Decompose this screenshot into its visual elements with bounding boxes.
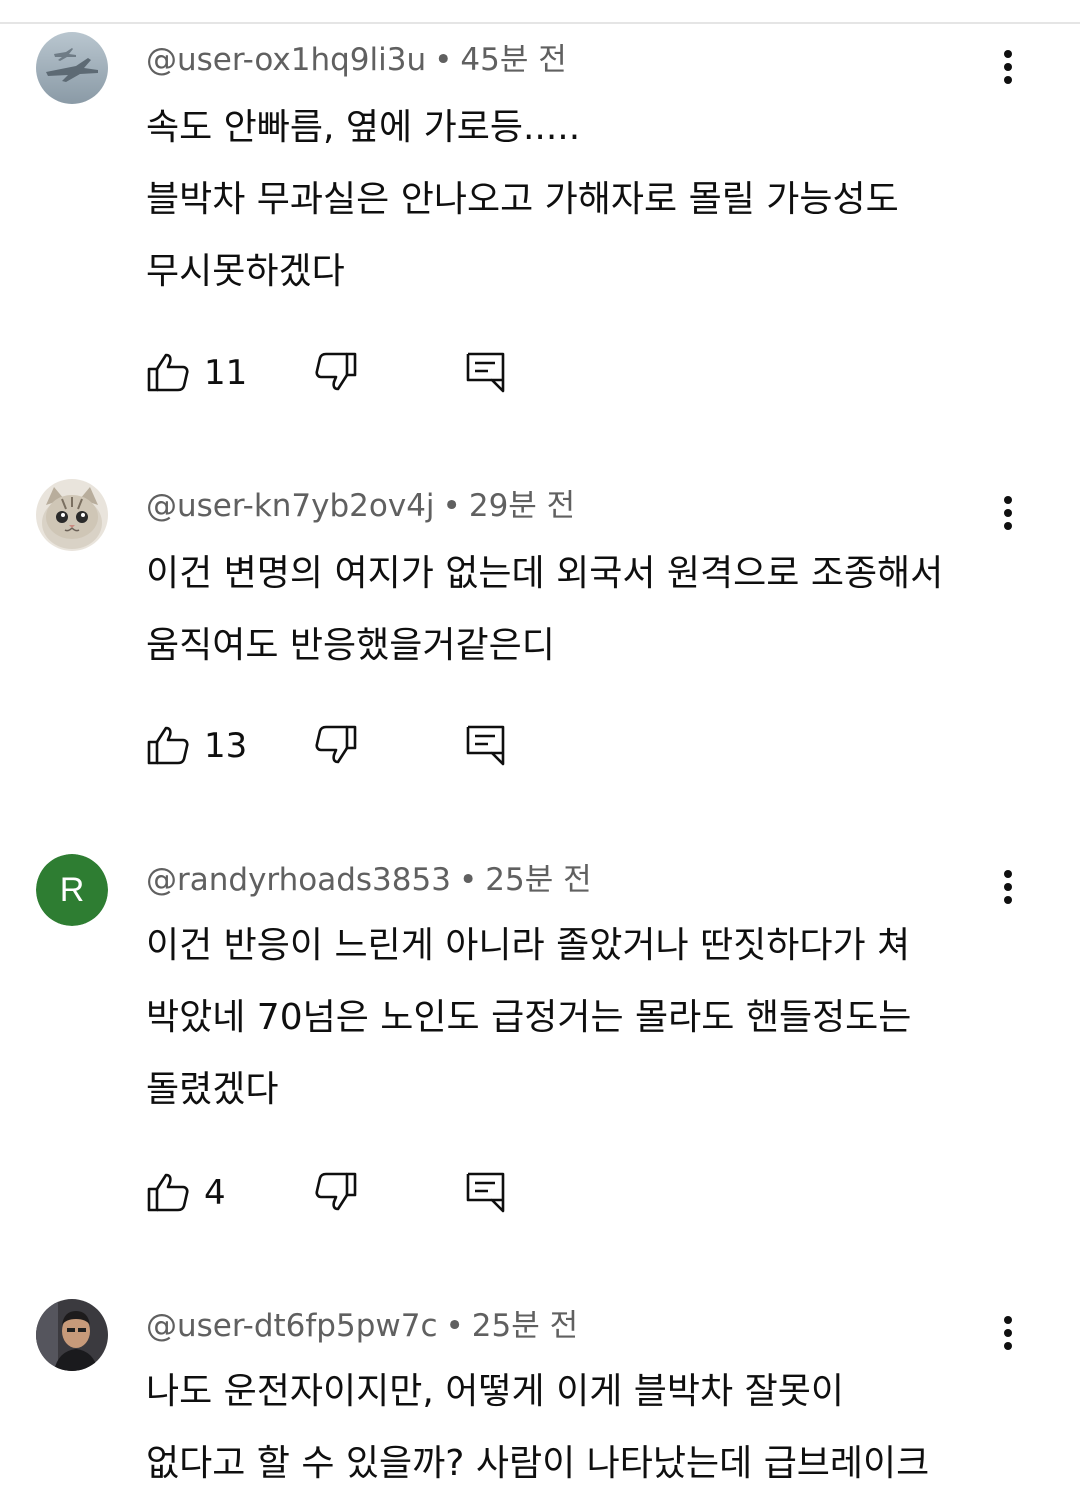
like-button[interactable]: [146, 723, 190, 767]
avatar-letter: R: [36, 854, 108, 926]
timestamp: 25분 전: [485, 862, 592, 898]
cat-avatar[interactable]: [36, 479, 108, 551]
comment-line: 돌렸겠다: [146, 1069, 279, 1110]
comment-line: 블박차 무과실은 안나오고 가해자로 몰릴 가능성도: [146, 179, 899, 220]
comment-line: 움직여도 반응했을거같은디: [146, 625, 555, 666]
comment-line: 나도 운전자이지만, 어떻게 이게 블박차 잘못이: [146, 1371, 844, 1412]
fighter-jet-avatar[interactable]: [36, 32, 108, 104]
comment-text: 이건 반응이 느린게 아니라 졸았거나 딴짓하다가 쳐 박았네 70넘은 노인도…: [146, 910, 1046, 1126]
comment-reply-icon: [466, 1172, 505, 1213]
comment-line: 무시못하겠다: [146, 251, 345, 292]
like-button[interactable]: [146, 350, 190, 394]
dislike-button[interactable]: [314, 1170, 358, 1214]
thumbs-up-icon: [147, 1173, 189, 1212]
author-name[interactable]: @user-ox1hq9li3u: [146, 42, 426, 78]
person-photo-avatar[interactable]: [36, 1299, 108, 1371]
comment-line: 이건 변명의 여지가 없는데 외국서 원격으로 조종해서: [146, 553, 944, 594]
thumbs-up-icon: [147, 726, 189, 765]
separator-dot: •: [458, 862, 478, 898]
more-options-button[interactable]: [988, 490, 1028, 540]
author-name[interactable]: @randyrhoads3853: [146, 862, 451, 898]
reply-button[interactable]: [464, 723, 508, 767]
reply-button[interactable]: [464, 350, 508, 394]
comment-meta: @user-dt6fp5pw7c • 25분 전: [146, 1306, 578, 1346]
dislike-button[interactable]: [314, 350, 358, 394]
like-count: 13: [204, 726, 248, 766]
timestamp: 29분 전: [468, 488, 576, 524]
comment-line: 속도 안빠름, 옆에 가로등.....: [146, 107, 581, 148]
more-vert-icon: [1004, 496, 1012, 530]
thumbs-down-icon: [315, 725, 357, 764]
thumbs-down-icon: [315, 1172, 357, 1211]
thumbs-down-icon: [315, 352, 357, 391]
like-count: 4: [204, 1173, 226, 1213]
more-options-button[interactable]: [988, 864, 1028, 914]
thumbs-up-icon: [147, 353, 189, 392]
separator-dot: •: [442, 488, 461, 524]
top-divider: [0, 0, 1080, 24]
separator-dot: •: [434, 42, 453, 78]
timestamp: 45분 전: [460, 42, 567, 78]
more-vert-icon: [1004, 1316, 1012, 1350]
comment-line: 박았네 70넘은 노인도 급정거는 몰라도 핸들정도는: [146, 997, 912, 1038]
comment-text: 속도 안빠름, 옆에 가로등..... 블박차 무과실은 안나오고 가해자로 몰…: [146, 92, 1046, 308]
more-vert-icon: [1004, 50, 1012, 84]
like-button[interactable]: [146, 1170, 190, 1214]
reply-button[interactable]: [464, 1170, 508, 1214]
author-name[interactable]: @user-dt6fp5pw7c: [146, 1308, 438, 1344]
like-count: 11: [204, 353, 248, 393]
comment-reply-icon: [466, 725, 505, 766]
comment-meta: @randyrhoads3853 • 25분 전: [146, 860, 592, 900]
more-options-button[interactable]: [988, 1310, 1028, 1360]
comment-line: 이건 반응이 느린게 아니라 졸았거나 딴짓하다가 쳐: [146, 925, 911, 966]
comment-text: 이건 변명의 여지가 없는데 외국서 원격으로 조종해서 움직여도 반응했을거같…: [146, 538, 1046, 682]
comment-reply-icon: [466, 352, 505, 393]
comment-line: 없다고 할 수 있을까? 사람이 나타났는데 급브레이크: [146, 1443, 930, 1484]
timestamp: 25분 전: [471, 1308, 579, 1344]
more-options-button[interactable]: [988, 44, 1028, 94]
comment-meta: @user-ox1hq9li3u • 45분 전: [146, 40, 567, 80]
comment-text: 나도 운전자이지만, 어떻게 이게 블박차 잘못이 없다고 할 수 있을까? 사…: [146, 1356, 1046, 1500]
more-vert-icon: [1004, 870, 1012, 904]
letter-avatar[interactable]: R: [36, 854, 108, 926]
dislike-button[interactable]: [314, 723, 358, 767]
author-name[interactable]: @user-kn7yb2ov4j: [146, 488, 435, 524]
separator-dot: •: [445, 1308, 464, 1344]
comment-meta: @user-kn7yb2ov4j • 29분 전: [146, 486, 575, 526]
